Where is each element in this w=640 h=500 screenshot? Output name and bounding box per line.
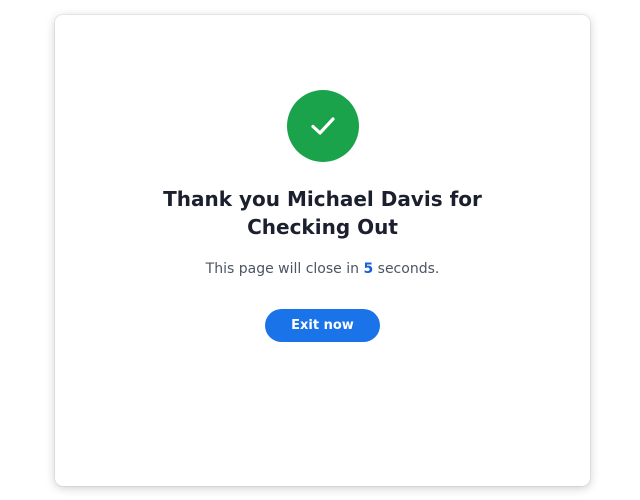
checkmark-icon xyxy=(311,117,335,135)
message-suffix: seconds. xyxy=(373,261,440,277)
auto-close-message: This page will close in 5 seconds. xyxy=(55,259,590,279)
message-prefix: This page will close in xyxy=(205,261,364,277)
countdown-seconds: 5 xyxy=(363,261,374,277)
success-check-icon xyxy=(287,90,359,162)
title-line-1: Thank you Michael Davis for xyxy=(163,187,482,211)
exit-now-button[interactable]: Exit now xyxy=(265,309,380,342)
title-line-2: Checking Out xyxy=(247,215,398,239)
checkout-complete-dialog: Thank you Michael Davis for Checking Out… xyxy=(55,15,590,486)
thank-you-title: Thank you Michael Davis for Checking Out xyxy=(55,185,590,241)
